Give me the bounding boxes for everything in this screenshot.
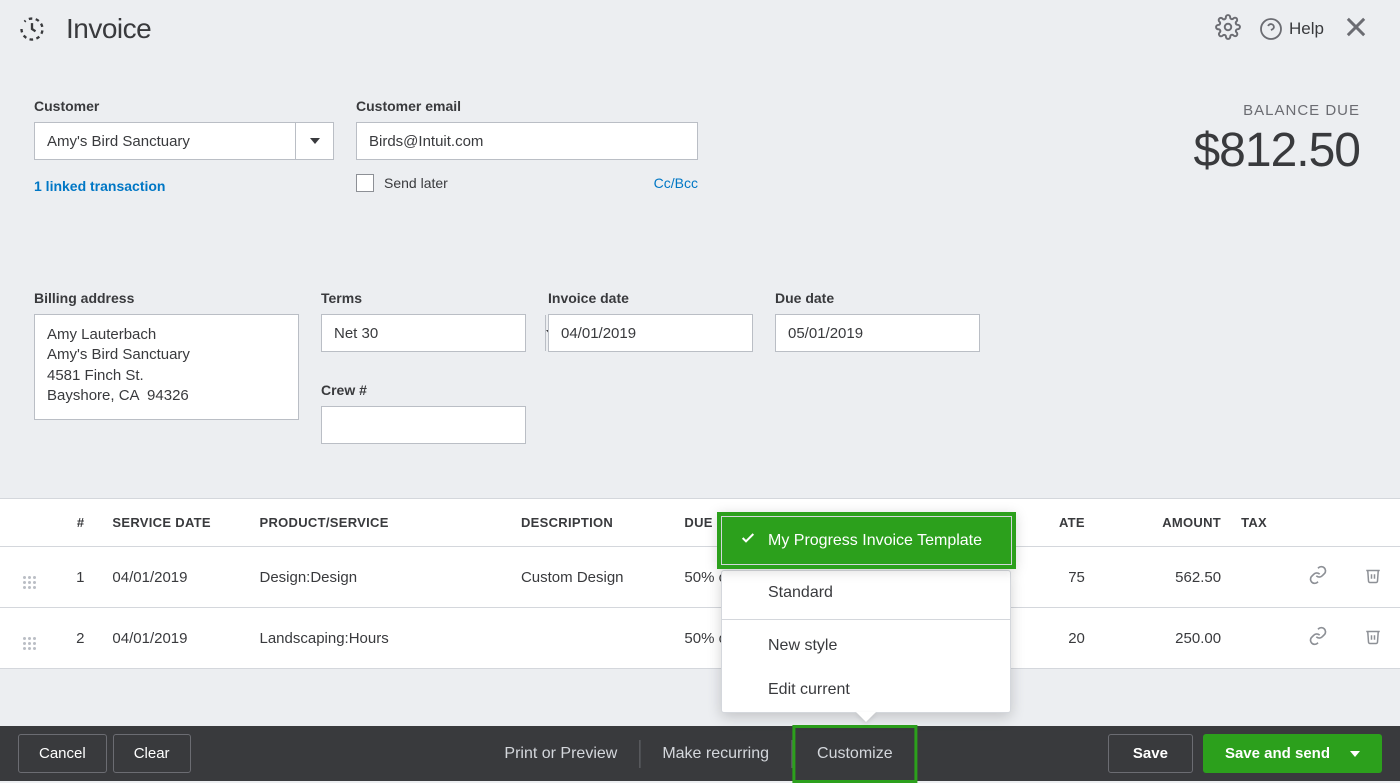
due-date-label: Due date bbox=[775, 290, 980, 306]
link-icon[interactable] bbox=[1291, 547, 1345, 608]
clear-button[interactable]: Clear bbox=[113, 734, 191, 773]
col-description: DESCRIPTION bbox=[511, 499, 674, 547]
new-style-option[interactable]: New style bbox=[722, 624, 1010, 668]
help-button[interactable]: Help bbox=[1259, 17, 1324, 41]
customer-label: Customer bbox=[34, 98, 334, 114]
col-service-date: SERVICE DATE bbox=[102, 499, 249, 547]
drag-handle-icon[interactable] bbox=[0, 547, 59, 608]
ccbcc-link[interactable]: Cc/Bcc bbox=[654, 175, 698, 191]
row-tax[interactable] bbox=[1231, 608, 1291, 669]
checkbox-icon[interactable] bbox=[356, 174, 374, 192]
crew-label: Crew # bbox=[321, 382, 526, 398]
save-send-label: Save and send bbox=[1225, 745, 1330, 762]
edit-current-option[interactable]: Edit current bbox=[722, 668, 1010, 712]
page-title: Invoice bbox=[66, 13, 151, 45]
footer-bar: Cancel Clear Print or Preview Make recur… bbox=[0, 726, 1400, 781]
line-items-table: # SERVICE DATE PRODUCT/SERVICE DESCRIPTI… bbox=[0, 498, 1400, 669]
row-amount[interactable]: 562.50 bbox=[1095, 547, 1231, 608]
check-icon bbox=[740, 530, 756, 551]
template-option-standard[interactable]: Standard bbox=[722, 571, 1010, 615]
row-rate[interactable]: 20 bbox=[1045, 608, 1095, 669]
col-num: # bbox=[59, 499, 103, 547]
template-standard-label: Standard bbox=[768, 584, 833, 602]
row-num: 2 bbox=[59, 608, 103, 669]
save-and-send-button[interactable]: Save and send bbox=[1203, 734, 1382, 773]
row-description[interactable]: Custom Design bbox=[511, 547, 674, 608]
row-tax[interactable] bbox=[1231, 547, 1291, 608]
crew-input[interactable] bbox=[321, 406, 526, 444]
col-rate: ATE bbox=[1045, 499, 1095, 547]
row-rate[interactable]: 75 bbox=[1045, 547, 1095, 608]
invoice-date-label: Invoice date bbox=[548, 290, 753, 306]
customize-popover: Standard New style Edit current bbox=[721, 570, 1011, 713]
send-later-label: Send later bbox=[384, 175, 448, 191]
trash-icon[interactable] bbox=[1345, 608, 1400, 669]
row-date[interactable]: 04/01/2019 bbox=[102, 608, 249, 669]
cancel-button[interactable]: Cancel bbox=[18, 734, 107, 773]
history-icon[interactable] bbox=[18, 15, 46, 43]
col-tax: TAX bbox=[1231, 499, 1291, 547]
invoice-date-input[interactable] bbox=[548, 314, 753, 352]
form-area: Customer 1 linked transaction Customer e… bbox=[0, 58, 1400, 444]
new-style-label: New style bbox=[768, 637, 837, 655]
customer-input[interactable] bbox=[35, 123, 295, 159]
due-date-input[interactable] bbox=[775, 314, 980, 352]
table-row[interactable]: 1 04/01/2019 Design:Design Custom Design… bbox=[0, 547, 1400, 608]
row-product[interactable]: Landscaping:Hours bbox=[249, 608, 510, 669]
linked-transaction-link[interactable]: 1 linked transaction bbox=[34, 178, 334, 194]
col-product: PRODUCT/SERVICE bbox=[249, 499, 510, 547]
row-product[interactable]: Design:Design bbox=[249, 547, 510, 608]
link-icon[interactable] bbox=[1291, 608, 1345, 669]
row-num: 1 bbox=[59, 547, 103, 608]
drag-handle-icon[interactable] bbox=[0, 608, 59, 669]
make-recurring-link[interactable]: Make recurring bbox=[640, 728, 791, 780]
header-bar: Invoice Help bbox=[0, 0, 1400, 58]
balance-due-label: BALANCE DUE bbox=[1193, 102, 1360, 119]
balance-due-amount: $812.50 bbox=[1193, 123, 1360, 178]
close-icon[interactable] bbox=[1342, 13, 1370, 46]
customer-select[interactable] bbox=[34, 122, 334, 160]
template-selected-label: My Progress Invoice Template bbox=[768, 532, 982, 550]
terms-select[interactable] bbox=[321, 314, 526, 352]
terms-label: Terms bbox=[321, 290, 526, 306]
chevron-down-icon[interactable] bbox=[295, 123, 333, 159]
customize-popover-highlight: My Progress Invoice Template bbox=[717, 512, 1016, 569]
chevron-down-icon[interactable] bbox=[1350, 751, 1360, 757]
email-input[interactable] bbox=[356, 122, 698, 160]
print-preview-link[interactable]: Print or Preview bbox=[482, 728, 639, 780]
gear-icon[interactable] bbox=[1215, 14, 1241, 45]
terms-input[interactable] bbox=[322, 315, 545, 351]
template-option-selected[interactable]: My Progress Invoice Template bbox=[722, 517, 1011, 564]
trash-icon[interactable] bbox=[1345, 547, 1400, 608]
billing-label: Billing address bbox=[34, 290, 299, 306]
customize-link[interactable]: Customize bbox=[792, 725, 918, 783]
table-header-row: # SERVICE DATE PRODUCT/SERVICE DESCRIPTI… bbox=[0, 499, 1400, 547]
send-later-checkbox[interactable]: Send later bbox=[356, 174, 448, 192]
table-row[interactable]: 2 04/01/2019 Landscaping:Hours 50% of 50… bbox=[0, 608, 1400, 669]
email-label: Customer email bbox=[356, 98, 698, 114]
save-button[interactable]: Save bbox=[1108, 734, 1193, 773]
help-label: Help bbox=[1289, 19, 1324, 39]
edit-current-label: Edit current bbox=[768, 681, 850, 699]
row-description[interactable] bbox=[511, 608, 674, 669]
popover-divider bbox=[722, 619, 1010, 620]
popover-arrow-icon bbox=[856, 712, 876, 722]
row-date[interactable]: 04/01/2019 bbox=[102, 547, 249, 608]
billing-address-input[interactable] bbox=[34, 314, 299, 420]
row-amount[interactable]: 250.00 bbox=[1095, 608, 1231, 669]
col-amount: AMOUNT bbox=[1095, 499, 1231, 547]
